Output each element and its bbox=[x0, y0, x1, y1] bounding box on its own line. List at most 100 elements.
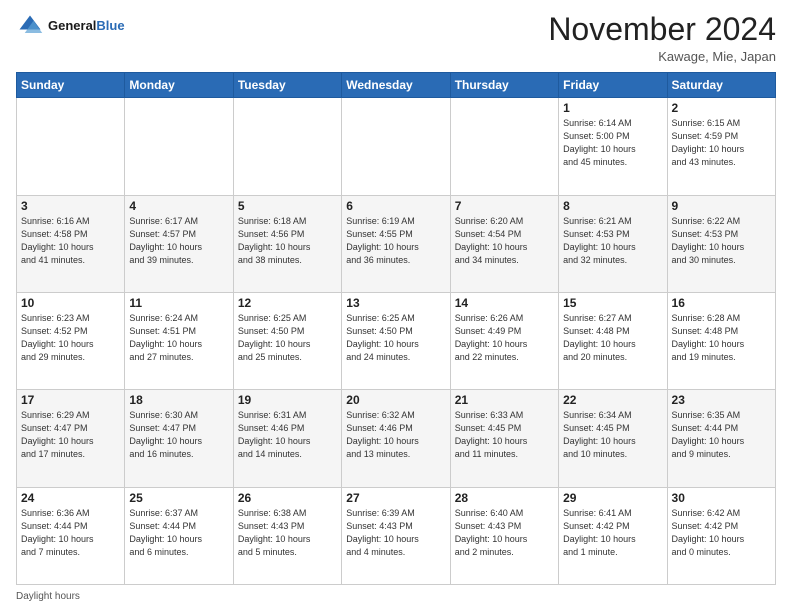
calendar-table: SundayMondayTuesdayWednesdayThursdayFrid… bbox=[16, 72, 776, 585]
day-number: 27 bbox=[346, 491, 445, 505]
calendar-cell bbox=[450, 98, 558, 195]
header: GeneralBlue November 2024 Kawage, Mie, J… bbox=[16, 12, 776, 64]
calendar-cell bbox=[342, 98, 450, 195]
day-info: Sunrise: 6:19 AM Sunset: 4:55 PM Dayligh… bbox=[346, 215, 445, 267]
day-number: 6 bbox=[346, 199, 445, 213]
calendar-cell: 7 Sunrise: 6:20 AM Sunset: 4:54 PM Daylig… bbox=[450, 195, 558, 292]
weekday-header-cell: Thursday bbox=[450, 73, 558, 98]
day-info: Sunrise: 6:32 AM Sunset: 4:46 PM Dayligh… bbox=[346, 409, 445, 461]
calendar-cell: 24 Sunrise: 6:36 AM Sunset: 4:44 PM Dayli… bbox=[17, 487, 125, 584]
calendar-cell: 4Sunrise: 6:17 AM Sunset: 4:57 PM Daylig… bbox=[125, 195, 233, 292]
footer: Daylight hours bbox=[16, 591, 776, 602]
day-number: 9 bbox=[672, 199, 771, 213]
day-number: 10 bbox=[21, 296, 120, 310]
calendar-cell: 20 Sunrise: 6:32 AM Sunset: 4:46 PM Dayli… bbox=[342, 390, 450, 487]
day-info: Sunrise: 6:34 AM Sunset: 4:45 PM Dayligh… bbox=[563, 409, 662, 461]
day-info: Sunrise: 6:36 AM Sunset: 4:44 PM Dayligh… bbox=[21, 507, 120, 559]
calendar-cell: 1 Sunrise: 6:14 AM Sunset: 5:00 PM Daylig… bbox=[559, 98, 667, 195]
day-info: Sunrise: 6:31 AM Sunset: 4:46 PM Dayligh… bbox=[238, 409, 337, 461]
day-info: Sunrise: 6:23 AM Sunset: 4:52 PM Dayligh… bbox=[21, 312, 120, 364]
day-number: 29 bbox=[563, 491, 662, 505]
weekday-header-cell: Friday bbox=[559, 73, 667, 98]
calendar-cell: 15 Sunrise: 6:27 AM Sunset: 4:48 PM Dayli… bbox=[559, 292, 667, 389]
day-info: Sunrise: 6:38 AM Sunset: 4:43 PM Dayligh… bbox=[238, 507, 337, 559]
day-number: 16 bbox=[672, 296, 771, 310]
calendar-cell: 28 Sunrise: 6:40 AM Sunset: 4:43 PM Dayli… bbox=[450, 487, 558, 584]
weekday-header-cell: Monday bbox=[125, 73, 233, 98]
day-number: 1 bbox=[563, 101, 662, 115]
day-number: 12 bbox=[238, 296, 337, 310]
logo: GeneralBlue bbox=[16, 12, 125, 40]
calendar-cell: 21 Sunrise: 6:33 AM Sunset: 4:45 PM Dayli… bbox=[450, 390, 558, 487]
day-number: 25 bbox=[129, 491, 228, 505]
calendar-cell: 22Sunrise: 6:34 AM Sunset: 4:45 PM Dayli… bbox=[559, 390, 667, 487]
day-number: 3 bbox=[21, 199, 120, 213]
calendar-cell: 16Sunrise: 6:28 AM Sunset: 4:48 PM Dayli… bbox=[667, 292, 775, 389]
calendar-cell: 25 Sunrise: 6:37 AM Sunset: 4:44 PM Dayli… bbox=[125, 487, 233, 584]
day-info: Sunrise: 6:22 AM Sunset: 4:53 PM Dayligh… bbox=[672, 215, 771, 267]
day-info: Sunrise: 6:25 AM Sunset: 4:50 PM Dayligh… bbox=[238, 312, 337, 364]
day-info: Sunrise: 6:40 AM Sunset: 4:43 PM Dayligh… bbox=[455, 507, 554, 559]
day-info: Sunrise: 6:37 AM Sunset: 4:44 PM Dayligh… bbox=[129, 507, 228, 559]
day-number: 7 bbox=[455, 199, 554, 213]
calendar-cell: 30 Sunrise: 6:42 AM Sunset: 4:42 PM Dayli… bbox=[667, 487, 775, 584]
calendar-cell: 3Sunrise: 6:16 AM Sunset: 4:58 PM Daylig… bbox=[17, 195, 125, 292]
calendar-cell: 26 Sunrise: 6:38 AM Sunset: 4:43 PM Dayli… bbox=[233, 487, 341, 584]
day-number: 11 bbox=[129, 296, 228, 310]
day-info: Sunrise: 6:18 AM Sunset: 4:56 PM Dayligh… bbox=[238, 215, 337, 267]
calendar-cell: 29 Sunrise: 6:41 AM Sunset: 4:42 PM Dayli… bbox=[559, 487, 667, 584]
weekday-header-cell: Tuesday bbox=[233, 73, 341, 98]
calendar-cell: 23 Sunrise: 6:35 AM Sunset: 4:44 PM Dayli… bbox=[667, 390, 775, 487]
day-info: Sunrise: 6:33 AM Sunset: 4:45 PM Dayligh… bbox=[455, 409, 554, 461]
day-number: 8 bbox=[563, 199, 662, 213]
day-number: 5 bbox=[238, 199, 337, 213]
day-number: 23 bbox=[672, 393, 771, 407]
day-info: Sunrise: 6:27 AM Sunset: 4:48 PM Dayligh… bbox=[563, 312, 662, 364]
day-number: 24 bbox=[21, 491, 120, 505]
day-info: Sunrise: 6:24 AM Sunset: 4:51 PM Dayligh… bbox=[129, 312, 228, 364]
day-info: Sunrise: 6:42 AM Sunset: 4:42 PM Dayligh… bbox=[672, 507, 771, 559]
calendar-cell: 6 Sunrise: 6:19 AM Sunset: 4:55 PM Daylig… bbox=[342, 195, 450, 292]
calendar-cell: 27 Sunrise: 6:39 AM Sunset: 4:43 PM Dayli… bbox=[342, 487, 450, 584]
page: GeneralBlue November 2024 Kawage, Mie, J… bbox=[0, 0, 792, 612]
weekday-header-cell: Wednesday bbox=[342, 73, 450, 98]
calendar-cell: 19Sunrise: 6:31 AM Sunset: 4:46 PM Dayli… bbox=[233, 390, 341, 487]
calendar-cell: 8Sunrise: 6:21 AM Sunset: 4:53 PM Daylig… bbox=[559, 195, 667, 292]
day-info: Sunrise: 6:14 AM Sunset: 5:00 PM Dayligh… bbox=[563, 117, 662, 169]
day-number: 18 bbox=[129, 393, 228, 407]
day-info: Sunrise: 6:26 AM Sunset: 4:49 PM Dayligh… bbox=[455, 312, 554, 364]
day-info: Sunrise: 6:39 AM Sunset: 4:43 PM Dayligh… bbox=[346, 507, 445, 559]
calendar-cell bbox=[233, 98, 341, 195]
weekday-header-cell: Sunday bbox=[17, 73, 125, 98]
calendar-cell: 12 Sunrise: 6:25 AM Sunset: 4:50 PM Dayli… bbox=[233, 292, 341, 389]
month-title: November 2024 bbox=[548, 12, 776, 47]
day-number: 28 bbox=[455, 491, 554, 505]
calendar-cell: 2Sunrise: 6:15 AM Sunset: 4:59 PM Daylig… bbox=[667, 98, 775, 195]
calendar-cell: 9 Sunrise: 6:22 AM Sunset: 4:53 PM Daylig… bbox=[667, 195, 775, 292]
day-number: 26 bbox=[238, 491, 337, 505]
day-info: Sunrise: 6:41 AM Sunset: 4:42 PM Dayligh… bbox=[563, 507, 662, 559]
calendar-cell: 10 Sunrise: 6:23 AM Sunset: 4:52 PM Dayli… bbox=[17, 292, 125, 389]
logo-icon bbox=[16, 12, 44, 40]
calendar-cell: 18 Sunrise: 6:30 AM Sunset: 4:47 PM Dayli… bbox=[125, 390, 233, 487]
day-number: 14 bbox=[455, 296, 554, 310]
calendar-cell: 17Sunrise: 6:29 AM Sunset: 4:47 PM Dayli… bbox=[17, 390, 125, 487]
day-info: Sunrise: 6:20 AM Sunset: 4:54 PM Dayligh… bbox=[455, 215, 554, 267]
location: Kawage, Mie, Japan bbox=[548, 49, 776, 64]
day-info: Sunrise: 6:30 AM Sunset: 4:47 PM Dayligh… bbox=[129, 409, 228, 461]
day-number: 30 bbox=[672, 491, 771, 505]
daylight-label: Daylight hours bbox=[16, 591, 80, 602]
calendar-cell: 14 Sunrise: 6:26 AM Sunset: 4:49 PM Dayli… bbox=[450, 292, 558, 389]
day-info: Sunrise: 6:35 AM Sunset: 4:44 PM Dayligh… bbox=[672, 409, 771, 461]
day-number: 20 bbox=[346, 393, 445, 407]
day-number: 15 bbox=[563, 296, 662, 310]
weekday-header-cell: Saturday bbox=[667, 73, 775, 98]
calendar-cell: 5 Sunrise: 6:18 AM Sunset: 4:56 PM Daylig… bbox=[233, 195, 341, 292]
day-number: 2 bbox=[672, 101, 771, 115]
day-info: Sunrise: 6:17 AM Sunset: 4:57 PM Dayligh… bbox=[129, 215, 228, 267]
calendar-cell: 11 Sunrise: 6:24 AM Sunset: 4:51 PM Dayli… bbox=[125, 292, 233, 389]
day-info: Sunrise: 6:29 AM Sunset: 4:47 PM Dayligh… bbox=[21, 409, 120, 461]
title-block: November 2024 Kawage, Mie, Japan bbox=[548, 12, 776, 64]
calendar-cell: 13Sunrise: 6:25 AM Sunset: 4:50 PM Dayli… bbox=[342, 292, 450, 389]
day-number: 21 bbox=[455, 393, 554, 407]
